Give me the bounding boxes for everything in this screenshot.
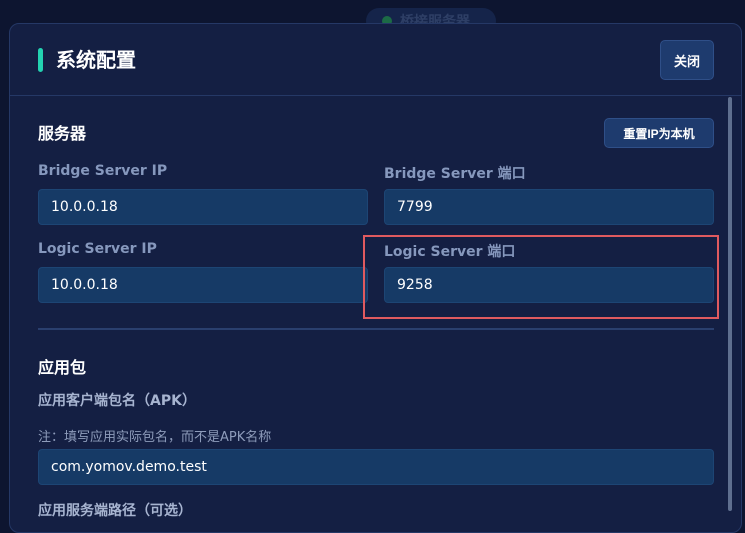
logic-port-label: Logic Server 端口 [384,244,516,260]
close-button[interactable]: 关闭 [660,40,714,80]
modal-title: 系统配置 [56,48,136,72]
package-name-input[interactable] [38,449,714,485]
system-config-modal: 系统配置 关闭 服务器 重置IP为本机 Bridge Server IP Bri… [9,23,742,533]
bridge-port-input[interactable] [384,189,714,225]
modal-scrollbar[interactable] [728,97,732,511]
logic-ip-label: Logic Server IP [38,241,157,257]
app-section-title: 应用包 [38,358,87,377]
title-accent-bar [38,48,43,72]
bridge-ip-label: Bridge Server IP [38,163,168,179]
bridge-port-label: Bridge Server 端口 [384,166,526,182]
package-name-hint: 注：填写应用实际包名，而不是APK名称 [38,430,272,445]
reset-ip-button[interactable]: 重置IP为本机 [604,118,714,148]
bridge-ip-input[interactable] [38,189,368,225]
modal-header: 系统配置 关闭 [10,24,741,96]
logic-ip-input[interactable] [38,267,368,303]
server-section-title: 服务器 [38,124,87,143]
server-path-label: 应用服务端路径（可选） [38,503,192,519]
package-name-label: 应用客户端包名（APK） [38,393,196,409]
section-divider [38,328,714,330]
logic-port-input[interactable] [384,267,714,303]
